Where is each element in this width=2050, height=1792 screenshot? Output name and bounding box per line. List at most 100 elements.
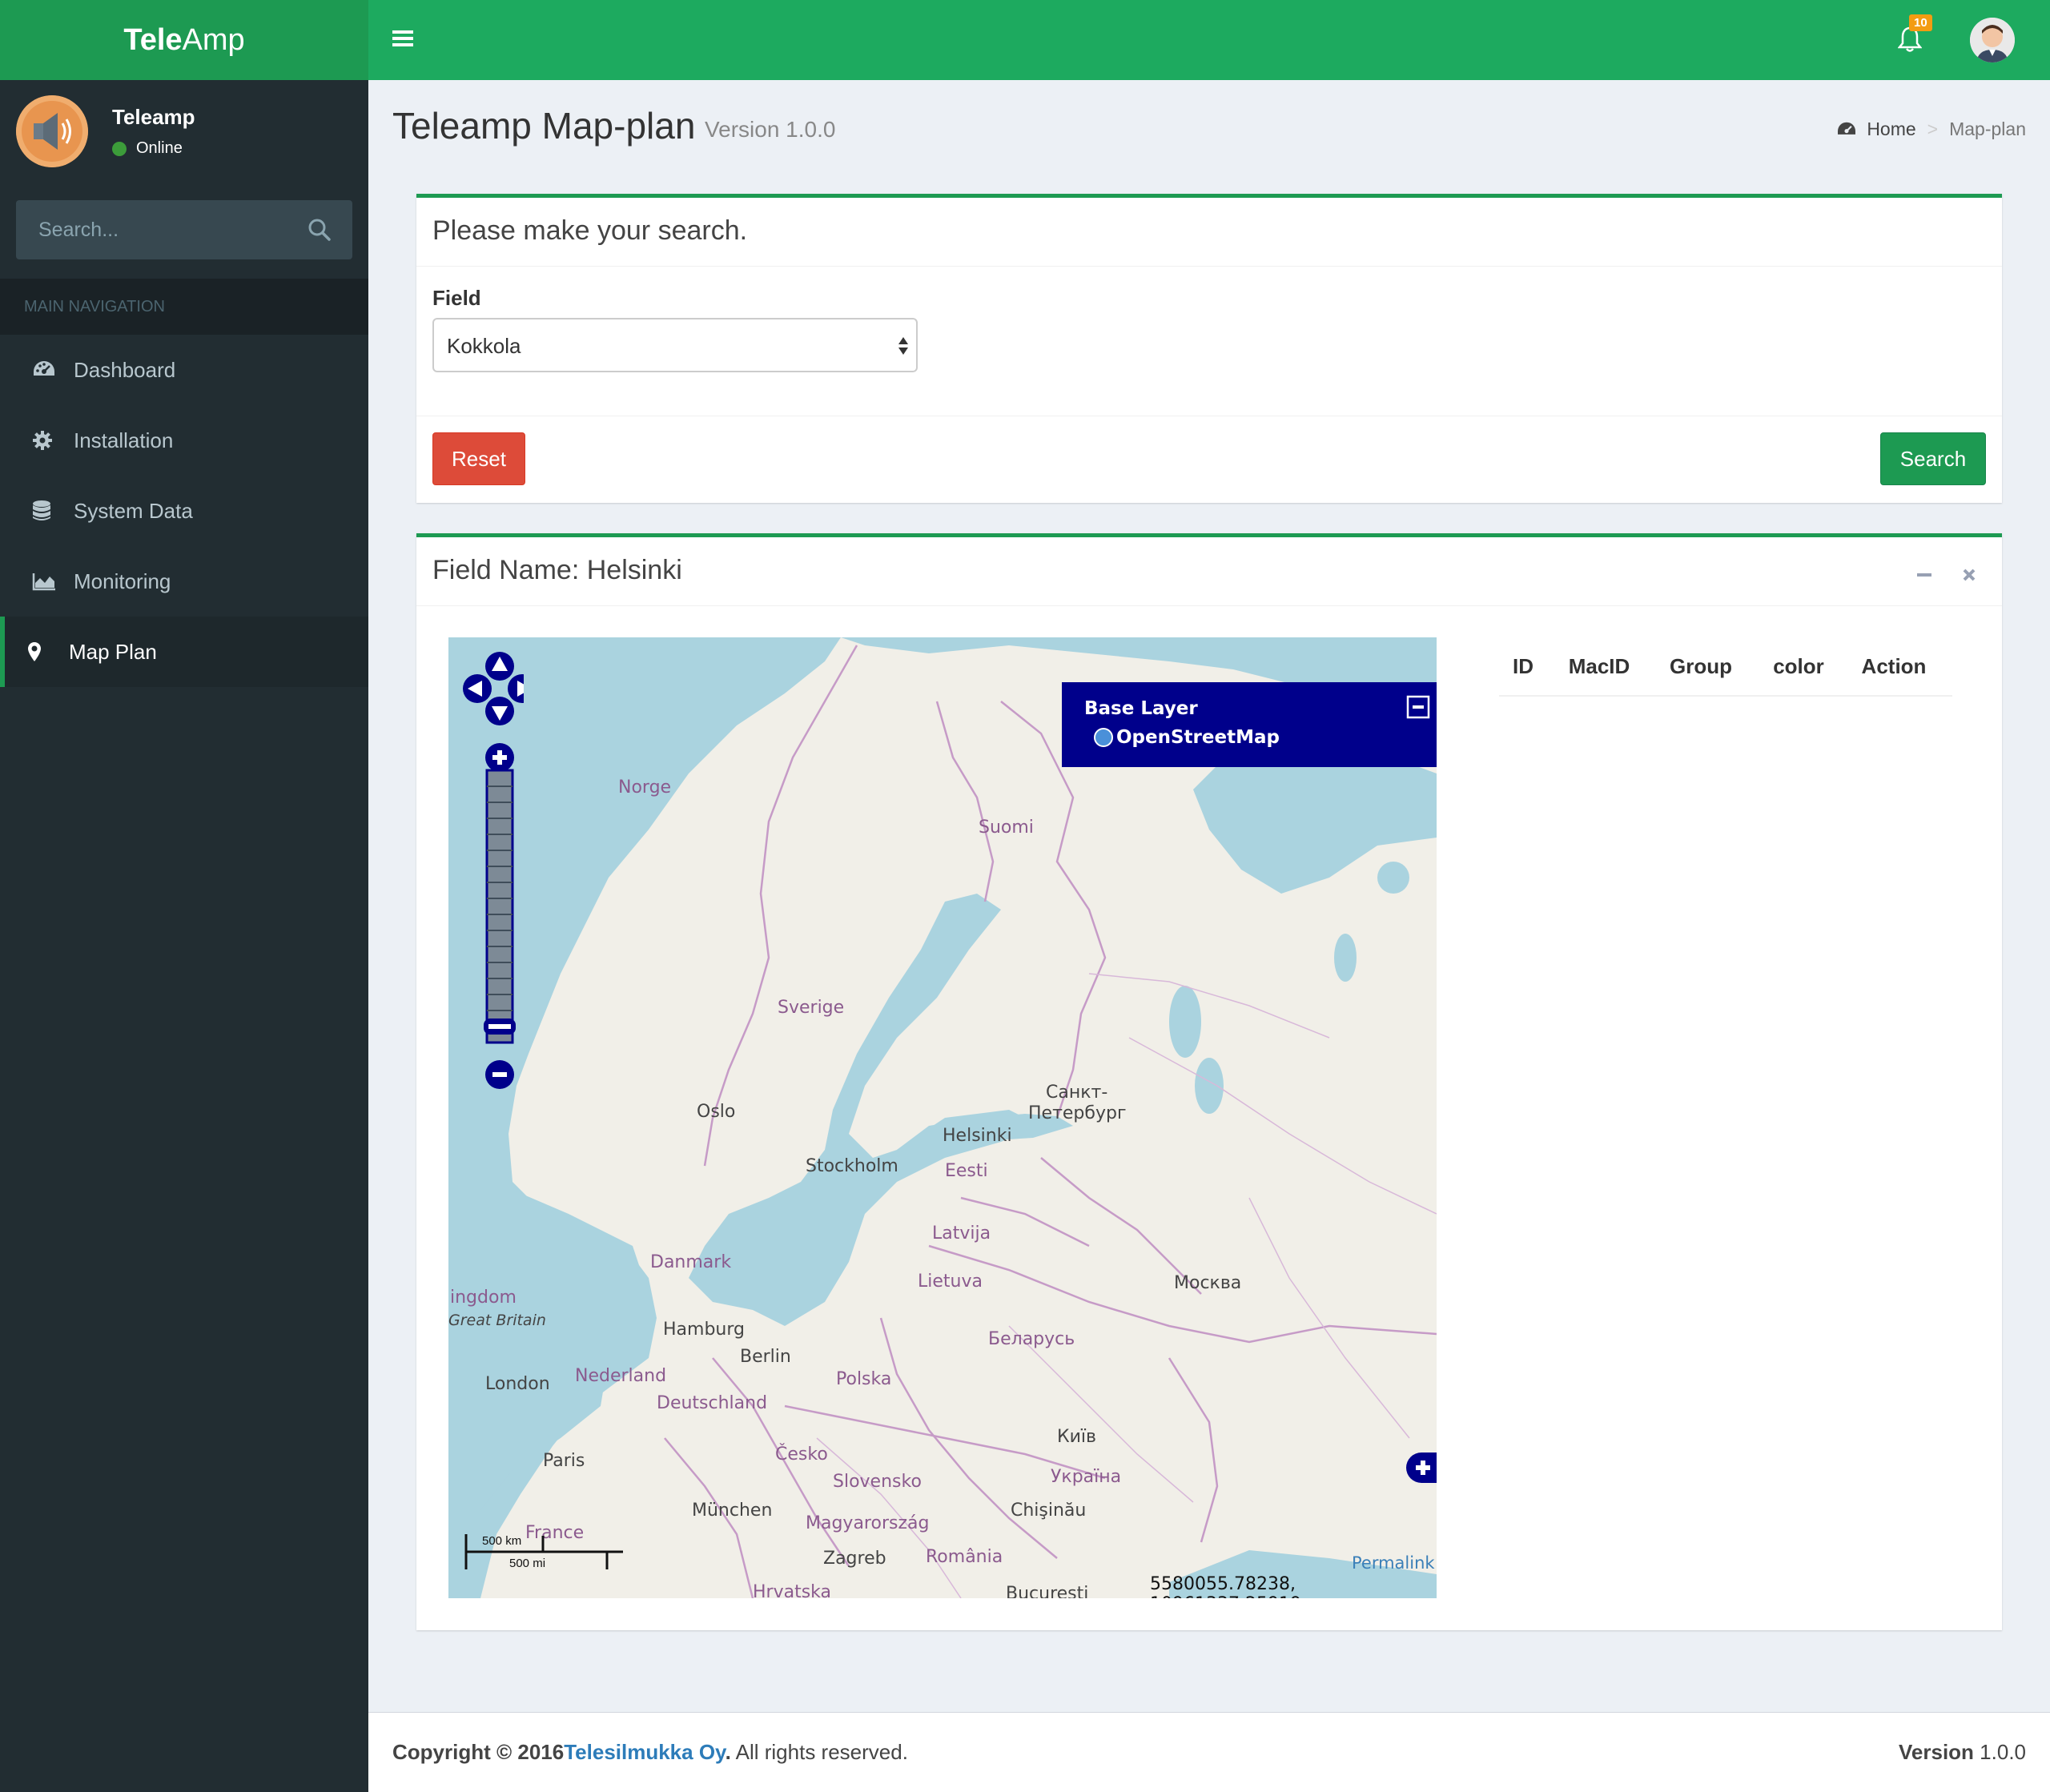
field-name-title: Field Name: Helsinki [432,555,682,585]
mouse-position-readout: 5580055.78238, 10961337.25919 [1150,1574,1301,1598]
pan-up-button[interactable] [485,652,514,681]
map-label-sverige: Sverige [778,998,845,1018]
select-arrows-icon [897,334,910,364]
dashboard-icon [32,360,58,380]
map-label-oslo: Oslo [697,1102,736,1122]
search-button[interactable]: Search [1880,432,1986,485]
footer-version: Version 1.0.0 [1899,1740,2026,1765]
copyright: Copyright © 2016Telesilmukka Oy. All rig… [392,1740,908,1765]
search-panel-title: Please make your search. [416,198,2002,267]
layer-switcher-minimize-icon[interactable] [1406,695,1430,722]
map-label-lietuva: Lietuva [918,1272,983,1292]
sidebar-item-monitoring[interactable]: Monitoring [0,546,368,617]
reset-button[interactable]: Reset [432,432,525,485]
map-tiles [448,637,1437,1598]
sidebar-item-system-data[interactable]: System Data [0,476,368,546]
map-label-nederland: Nederland [575,1366,667,1386]
user-status-text: Online [136,139,183,157]
map-label-eesti: Eesti [945,1161,988,1181]
field-result-title: Field Name: Helsinki [416,537,2002,606]
breadcrumb: Home > Map-plan [1836,119,2026,140]
map-label-stockholm: Stockholm [806,1156,898,1176]
page-footer: Copyright © 2016Telesilmukka Oy. All rig… [368,1712,2050,1792]
scale-km-label: 500 km [482,1534,522,1548]
map-label-kingdom: ingdom [450,1288,517,1308]
sidebar-item-label: Map Plan [69,639,157,664]
column-header-color[interactable]: color [1751,654,1847,679]
map-label-berlin: Berlin [740,1347,791,1367]
map-label-norge: Norge [618,777,672,798]
radio-selected-icon[interactable] [1094,728,1113,747]
area-chart-icon [32,572,58,591]
zoom-in-button[interactable] [485,743,514,772]
copyright-suffix: All rights reserved. [730,1740,908,1764]
sidebar-search-input[interactable] [38,218,295,242]
pan-left-button[interactable] [463,674,492,703]
map-label-danmark: Danmark [650,1252,732,1272]
field-result-panel: Field Name: Helsinki Norge Suomi Sverige… [416,533,2002,1630]
zoom-slider-handle[interactable] [484,1019,516,1035]
sidebar-item-installation[interactable]: Installation [0,405,368,476]
map-label-polska: Polska [836,1369,892,1389]
user-name: Teleamp [112,105,195,129]
map-label-london: London [485,1374,550,1394]
page-title: Teleamp Map-plan [392,105,696,147]
user-menu-avatar[interactable] [1970,18,2015,62]
main-navigation: Dashboard Installation System Data Monit… [0,335,368,687]
sidebar-toggle-icon[interactable] [392,29,413,52]
devices-table: ID MacID Group color Action [1499,637,1952,697]
sidebar-item-map-plan[interactable]: Map Plan [0,617,368,687]
notification-count-badge: 10 [1909,14,1932,31]
map-label-spb-2: Петербург [1028,1103,1127,1123]
scale-mi-label: 500 mi [509,1557,546,1570]
pan-down-button[interactable] [485,697,514,725]
column-header-group[interactable]: Group [1651,654,1751,679]
map-viewport[interactable]: Norge Suomi Sverige Oslo Stockholm Helsi… [448,637,1437,1598]
sidebar: TeleAmp Teleamp Online MAIN NAVIGATI [0,0,368,1792]
copyright-prefix: Copyright © 2016 [392,1740,565,1764]
zoom-bar[interactable] [485,769,514,1044]
pan-right-button[interactable] [508,674,537,703]
dashboard-icon [1836,121,1857,139]
gear-icon [32,430,58,451]
column-header-macid[interactable]: MacID [1547,654,1651,679]
nav-header: MAIN NAVIGATION [0,279,368,335]
user-avatar [16,95,88,167]
breadcrumb-home[interactable]: Home [1867,119,1915,140]
speaker-icon [16,95,88,167]
close-icon[interactable] [1960,560,1978,591]
search-icon[interactable] [308,218,332,246]
map-label-magyarorszag: Magyarország [806,1513,930,1533]
sidebar-item-dashboard[interactable]: Dashboard [0,335,368,405]
company-link[interactable]: Telesilmukka Oy [564,1740,725,1764]
top-navbar: 10 [368,0,2050,80]
column-header-id[interactable]: ID [1499,654,1547,679]
app-logo[interactable]: Tele Amp [0,0,368,80]
map-label-hamburg: Hamburg [663,1320,745,1340]
map-marker-icon [27,641,53,662]
page-header: Teleamp Map-plan Version 1.0.0 Home > Ma… [368,80,2050,170]
map-label-suomi: Suomi [979,818,1034,838]
footer-version-label: Version [1899,1740,1974,1764]
overview-map-maximize-icon[interactable] [1406,1452,1437,1487]
main-content: Teleamp Map-plan Version 1.0.0 Home > Ma… [368,80,2050,1630]
sidebar-search [16,200,352,259]
map-label-moskva: Москва [1174,1273,1242,1293]
page-version: Version 1.0.0 [705,117,836,142]
column-header-action[interactable]: Action [1847,654,1941,679]
map-label-ukraina: Україна [1051,1467,1122,1487]
field-select[interactable]: Kokkola [432,318,918,372]
sidebar-item-label: System Data [74,498,193,523]
map-label-hrvatska: Hrvatska [753,1582,832,1598]
online-status-icon [112,141,127,156]
minimize-icon[interactable] [1915,560,1933,591]
layer-switcher: Base Layer OpenStreetMap [1062,682,1437,767]
field-label: Field [432,286,481,310]
map-label-belarus: Беларусь [988,1329,1075,1349]
table-header: ID MacID Group color Action [1499,637,1952,697]
map-label-bucuresti: Bucureşti [1006,1584,1089,1598]
layer-option-openstreetmap[interactable]: OpenStreetMap [1094,727,1280,748]
zoom-out-button[interactable] [485,1060,514,1089]
sidebar-item-label: Installation [74,428,174,452]
permalink-link[interactable]: Permalink [1352,1553,1435,1573]
